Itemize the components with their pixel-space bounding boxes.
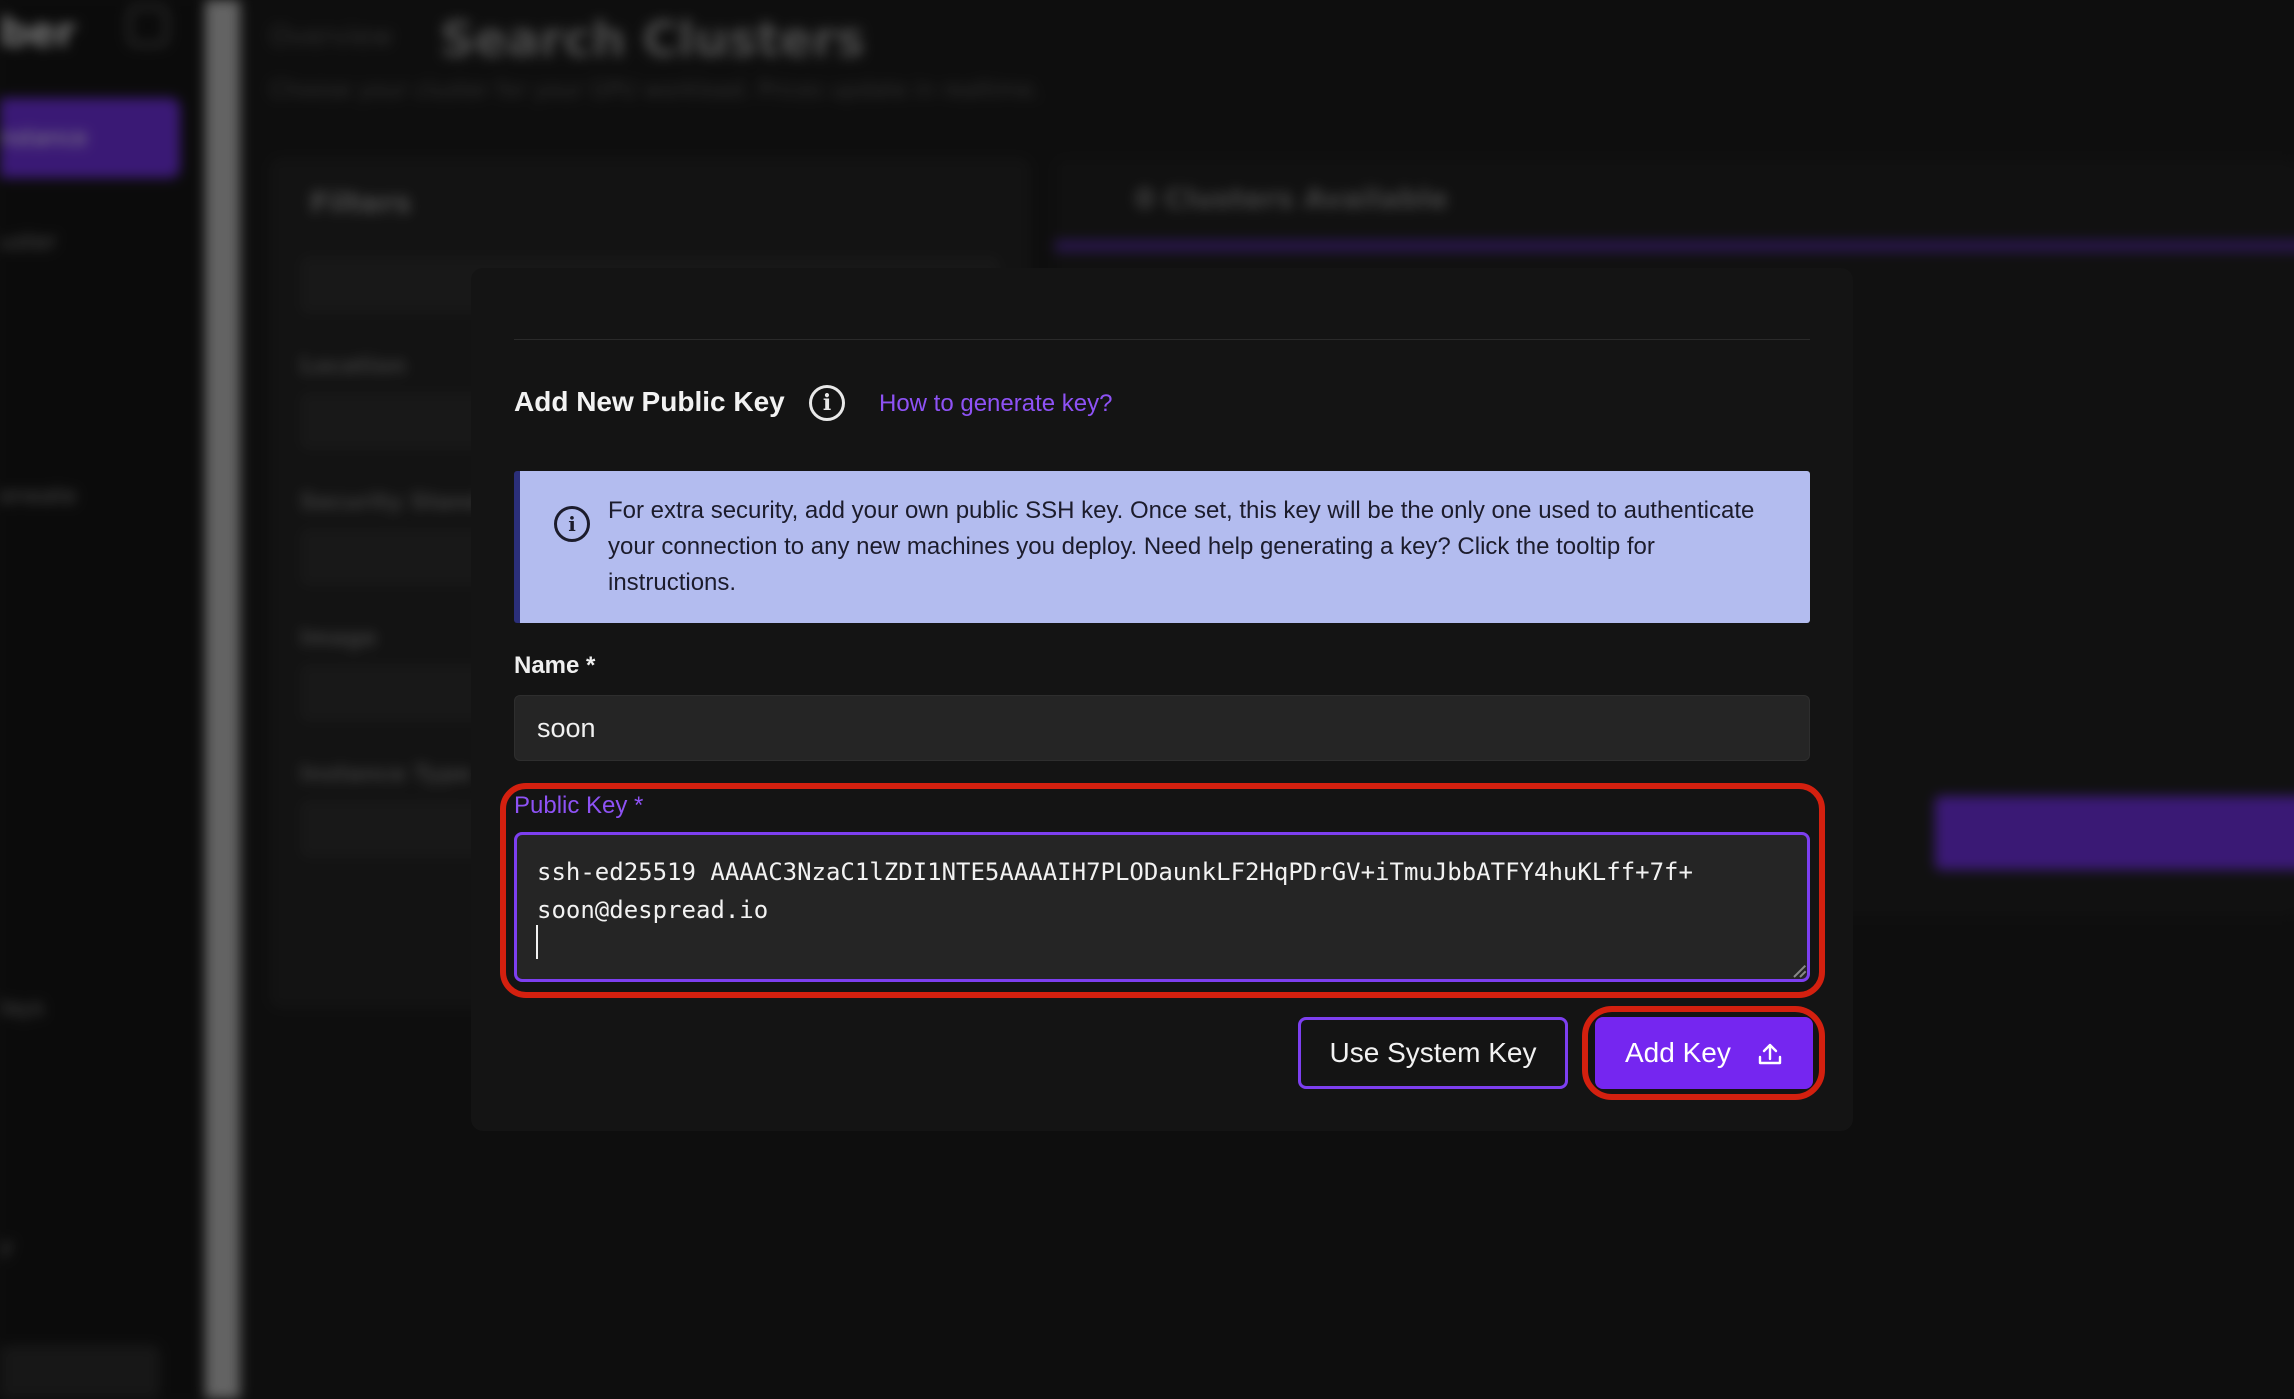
upload-icon	[1758, 1043, 1782, 1065]
how-to-generate-key-link[interactable]: How to generate key?	[879, 390, 1112, 418]
add-key-button[interactable]: Add Key	[1595, 1017, 1813, 1089]
modal-title: Add New Public Key	[514, 386, 785, 417]
divider	[514, 339, 1810, 340]
info-circle-icon: i	[554, 506, 590, 542]
use-system-key-button[interactable]: Use System Key	[1298, 1017, 1568, 1089]
resize-handle-icon[interactable]	[1794, 965, 1806, 977]
public-key-textarea[interactable]: ssh-ed25519 AAAAC3NzaC1lZDI1NTE5AAAAIH7P…	[514, 832, 1810, 982]
info-callout: i For extra security, add your own publi…	[514, 471, 1810, 623]
add-public-key-modal: Add New Public Key i How to generate key…	[471, 268, 1853, 1131]
text-cursor	[536, 925, 538, 959]
add-key-label: Add Key	[1625, 1037, 1731, 1068]
info-circle-icon[interactable]: i	[809, 385, 845, 421]
info-callout-text: For extra security, add your own public …	[608, 497, 1755, 596]
name-input[interactable]: soon	[514, 695, 1810, 761]
public-key-label: Public Key *	[514, 792, 644, 819]
name-label: Name *	[514, 652, 596, 679]
